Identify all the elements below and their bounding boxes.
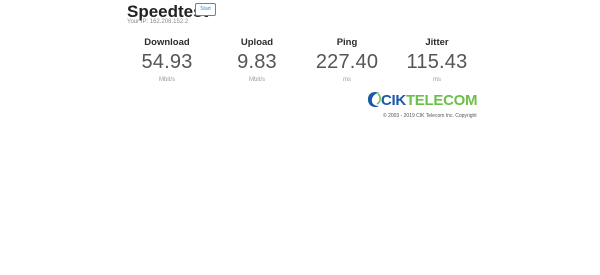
- ping-metric: Ping 227.40 ms: [307, 37, 387, 83]
- jitter-unit: ms: [433, 77, 441, 83]
- logo-text-cik: CIK: [381, 92, 406, 109]
- jitter-value: 115.43: [406, 51, 468, 73]
- download-unit: Mbit/s: [158, 77, 175, 83]
- download-label: Download: [144, 37, 190, 48]
- svg-text:CIKTELECOM: CIKTELECOM: [381, 92, 477, 109]
- upload-label: Upload: [240, 37, 274, 48]
- upload-value: 9.83: [237, 51, 277, 73]
- copyright-text: © 2003 - 2019 CIK Telecom Inc. Copyright: [383, 113, 477, 119]
- ping-unit: ms: [343, 77, 351, 83]
- jitter-metric: Jitter 115.43 ms: [397, 37, 477, 83]
- cik-telecom-logo: CIKTELECOM: [367, 92, 477, 109]
- ip-address-text: Your IP: 162.208.152.2: [127, 19, 189, 25]
- upload-unit: Mbit/s: [248, 77, 265, 83]
- logo-text-telecom: TELECOM: [406, 92, 477, 109]
- upload-metric: Upload 9.83 Mbit/s: [217, 37, 297, 83]
- ping-value: 227.40: [315, 51, 379, 73]
- speedtest-page: Speedtest Start Your IP: 162.208.152.2 D…: [0, 0, 600, 275]
- download-metric: Download 54.93 Mbit/s: [127, 37, 207, 83]
- start-button[interactable]: Start: [195, 3, 216, 16]
- jitter-label: Jitter: [425, 37, 449, 48]
- download-value: 54.93: [141, 51, 193, 73]
- ping-label: Ping: [336, 37, 358, 48]
